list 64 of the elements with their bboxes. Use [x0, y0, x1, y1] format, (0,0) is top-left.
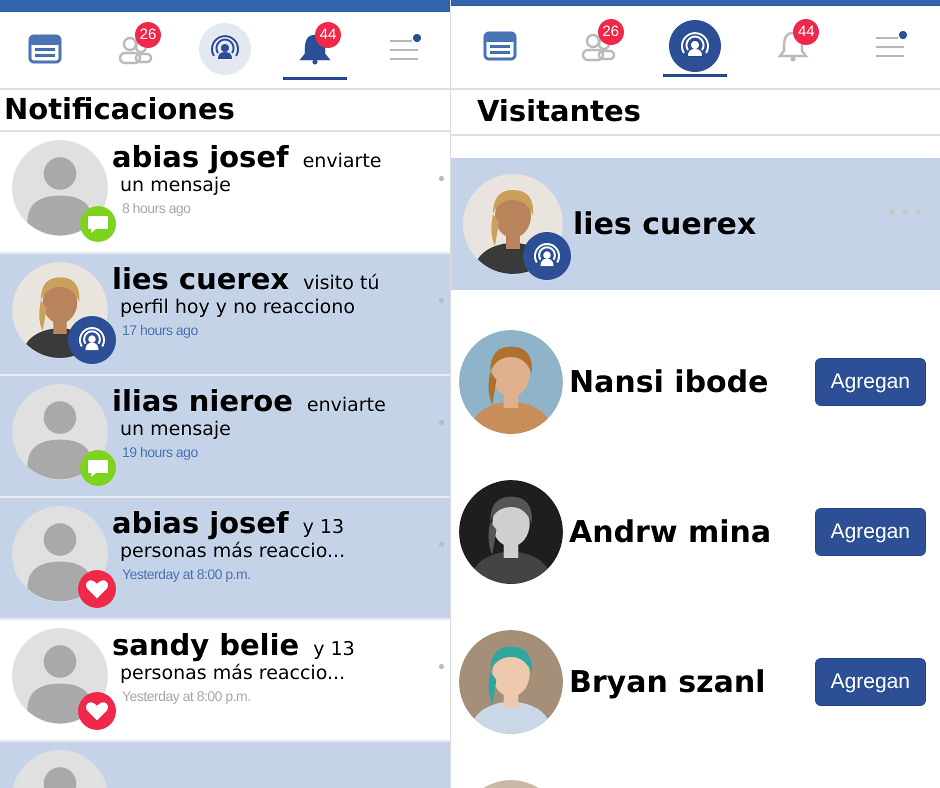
- timestamp: 17 hours ago: [122, 322, 199, 338]
- message-badge-icon: [80, 206, 116, 242]
- notification-text: personas más reaccio...: [120, 540, 346, 562]
- timestamp: Yesterday at 8:00 p.m.: [122, 688, 252, 704]
- feed-icon: [28, 32, 62, 66]
- notification-text: y 13: [302, 516, 344, 538]
- notification-text: enviarte: [302, 150, 382, 172]
- heart-badge-icon: [78, 570, 116, 608]
- notification-item[interactable]: abias josef enviarte un mensaje 8 hours ago: [0, 132, 450, 252]
- nav-tab[interactable]: [663, 17, 728, 77]
- more-dot-icon[interactable]: [439, 298, 444, 303]
- notification-text: visito tú: [303, 272, 380, 294]
- more-icon[interactable]: [888, 208, 922, 216]
- user-name: lies cuerex: [573, 206, 756, 242]
- notification-item[interactable]: ilias nieroe enviarte un mensaje 19 hours ago: [0, 376, 450, 496]
- add-button[interactable]: Agregan: [814, 658, 926, 706]
- notification-text: y 13: [313, 638, 355, 660]
- nav-tab[interactable]: 26: [103, 20, 167, 80]
- notification-item[interactable]: sandy belie y 13 personas más reaccio... Yesterday at 8:00 p.m.: [0, 620, 450, 740]
- user-name: abias josef: [112, 140, 289, 174]
- broadcast-badge-icon: [523, 232, 571, 280]
- nav-tab[interactable]: 26: [566, 17, 630, 77]
- timestamp: 8 hours ago: [122, 200, 192, 216]
- nav-tab[interactable]: 44: [283, 20, 347, 80]
- broadcast-icon: [669, 20, 722, 72]
- broadcast-icon: [199, 22, 251, 74]
- nav-tab[interactable]: 44: [761, 17, 826, 77]
- notification-item[interactable]: abias josef y 13 personas más reaccio... Yesterday at 8:00 p.m.: [0, 498, 450, 618]
- avatar-placeholder-icon: [12, 384, 108, 480]
- message-badge-icon: [80, 450, 116, 486]
- notification-item[interactable]: lies cuerex visito tú perfil hoy y no reacciono 17 hours ago: [0, 254, 450, 374]
- user-name: abias josef: [112, 506, 289, 540]
- visitor-item[interactable]: Andrw mina Agregan: [451, 474, 940, 590]
- notification-text: un mensaje: [120, 418, 232, 440]
- notification-text: perfil hoy y no reacciono: [120, 296, 356, 318]
- timestamp: Yesterday at 8:00 p.m.: [122, 566, 252, 582]
- more-dot-icon[interactable]: [439, 176, 444, 181]
- more-dot-icon[interactable]: [439, 542, 444, 547]
- visitor-item[interactable]: Bryan szanl Agregan: [451, 624, 940, 740]
- count-badge: 44: [315, 22, 341, 48]
- user-name: ilias nieroe: [112, 384, 293, 418]
- user-name: Bryan szanl: [569, 664, 766, 700]
- user-name: Andrw mina: [569, 514, 772, 550]
- count-badge: 26: [135, 22, 161, 48]
- avatar-placeholder-icon: [12, 140, 108, 236]
- broadcast-badge-icon: [68, 316, 116, 364]
- user-name: sandy belie: [112, 628, 300, 662]
- heart-badge-icon: [78, 692, 116, 730]
- visitor-item[interactable]: lies cuerex: [451, 158, 940, 290]
- count-badge: 44: [793, 19, 820, 45]
- feed-icon: [482, 28, 517, 62]
- notification-text: un mensaje: [120, 174, 232, 196]
- add-button[interactable]: Agregan: [814, 358, 926, 406]
- user-name: Nansi ibode: [569, 364, 768, 400]
- more-dot-icon[interactable]: [439, 420, 444, 425]
- more-dot-icon[interactable]: [439, 664, 444, 669]
- notification-text: personas más reaccio...: [120, 662, 346, 684]
- user-name: lies cuerex: [112, 262, 290, 296]
- screen-title: Visitantes: [451, 90, 940, 136]
- timestamp: 19 hours ago: [122, 444, 199, 460]
- add-button[interactable]: Agregan: [814, 508, 926, 556]
- count-badge: 26: [598, 19, 624, 45]
- notification-text: enviarte: [306, 394, 386, 416]
- visitor-item[interactable]: Nansi ibode Agregan: [451, 324, 940, 440]
